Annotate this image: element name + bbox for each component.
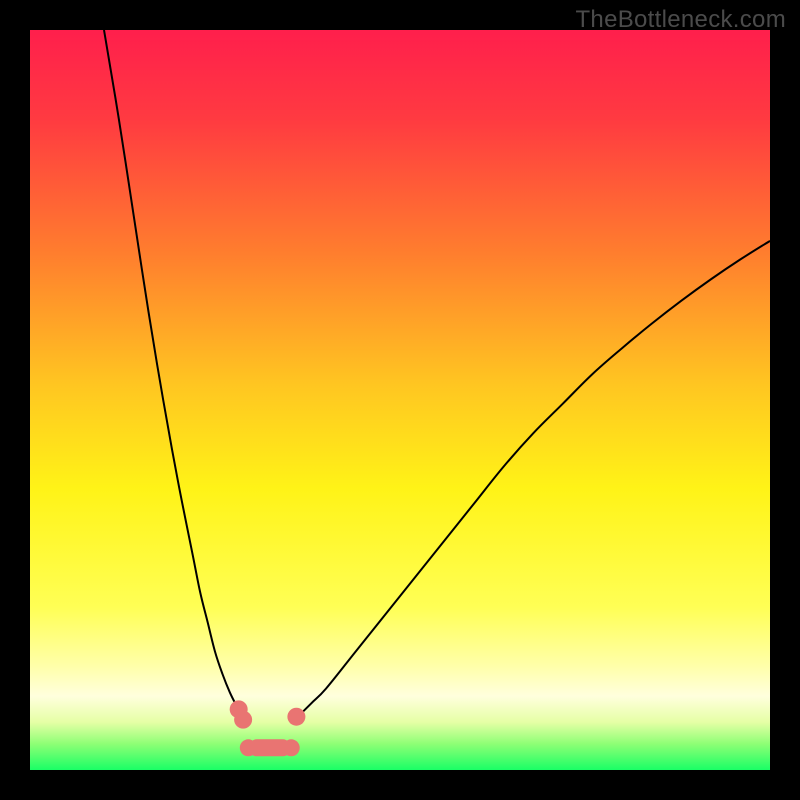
left-curve bbox=[104, 30, 243, 718]
marker-group bbox=[230, 700, 306, 756]
marker-dot bbox=[283, 739, 300, 756]
chart-frame: TheBottleneck.com bbox=[0, 0, 800, 800]
curve-layer bbox=[30, 30, 770, 770]
marker-dot bbox=[240, 739, 257, 756]
right-curve bbox=[296, 241, 770, 718]
marker-dot bbox=[287, 708, 305, 726]
marker-dot bbox=[234, 711, 252, 729]
plot-area bbox=[30, 30, 770, 770]
